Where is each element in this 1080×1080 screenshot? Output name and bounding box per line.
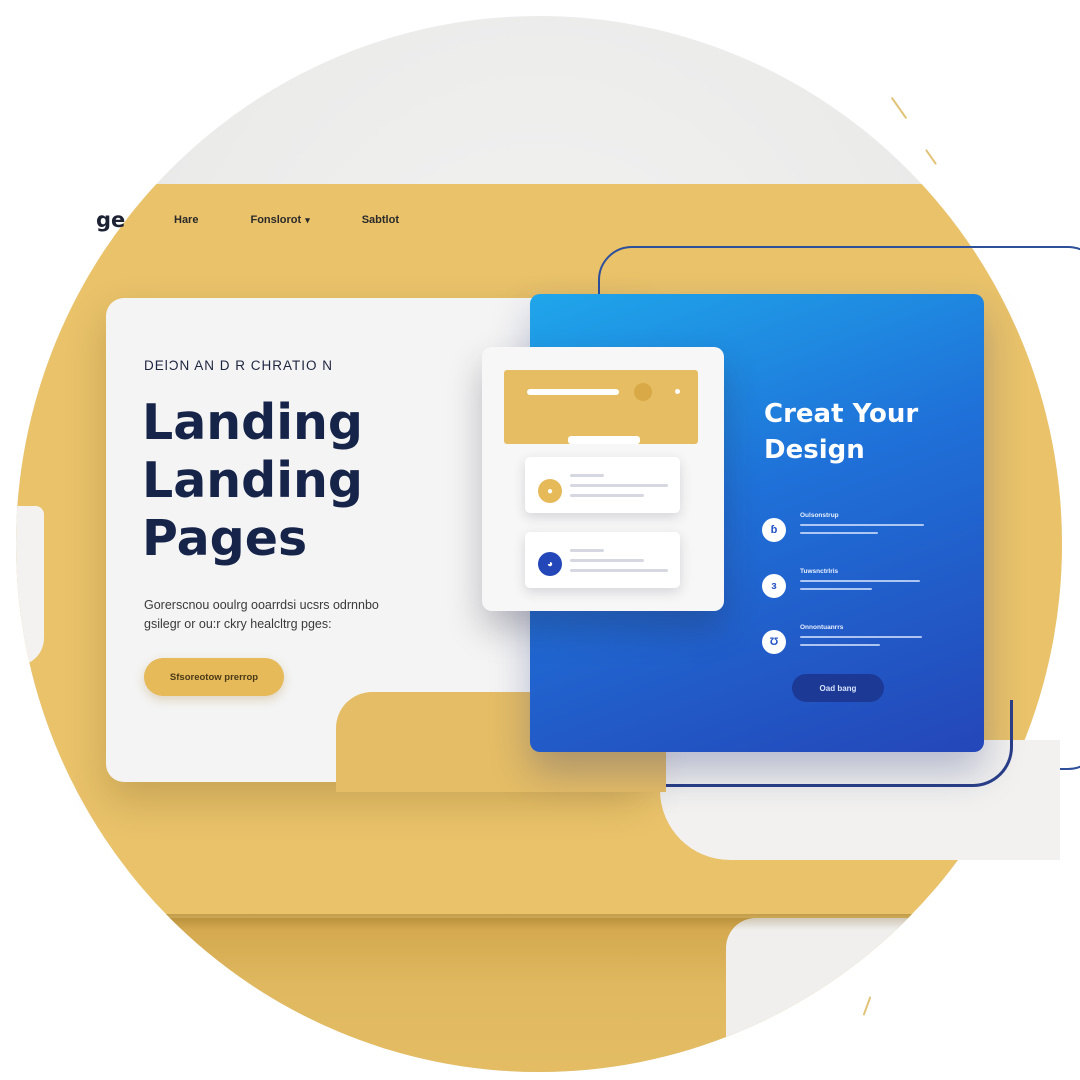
feature-one-icon: ɓ	[762, 518, 786, 542]
panel-title: Creat Your Design	[764, 396, 918, 468]
mockup-banner-dot	[634, 383, 652, 401]
hero-title-line-3: Pages	[142, 510, 308, 567]
feature-text-line	[800, 636, 922, 638]
panel-title-line-1: Creat Your	[764, 399, 919, 429]
mockup-item-line	[570, 494, 644, 497]
brand-logo[interactable]: ge	[96, 208, 174, 232]
feature-two-icon: ɜ	[762, 574, 786, 598]
hero-title-line-2: Landing	[142, 452, 364, 509]
mockup-item-line	[570, 559, 644, 562]
panel-button[interactable]: Oad bang	[792, 674, 884, 702]
feature-title: Oulsonstrup	[800, 512, 839, 519]
hero-cta-button[interactable]: Sfsoreotow prerrop	[144, 658, 284, 696]
feature-three-icon: Ʊ	[762, 630, 786, 654]
hero-title: Landing Landing Pages	[142, 394, 363, 568]
hero-eyebrow: DEƖƆN AN D R CHRATIO N	[144, 358, 334, 373]
hero-subtitle: Gorerscnou ooulrg ooarrdsi ucsrs odrnnbo…	[144, 596, 414, 634]
mockup-banner-bar	[527, 389, 619, 395]
feature-text-line	[800, 580, 920, 582]
hero-title-line-1: Landing	[142, 394, 364, 451]
mockup-item-line	[570, 569, 668, 572]
nav-link-contact[interactable]: Sabtlot	[362, 214, 399, 226]
nav-link-features[interactable]: Fonslorot ▾	[250, 214, 309, 226]
nav-link-features-label: Fonslorot	[250, 214, 302, 226]
sparkle-decoration	[925, 149, 937, 165]
mockup-item-line	[570, 484, 668, 487]
chevron-down-icon: ▾	[305, 215, 310, 225]
feature-title: Tuwsnctrlris	[800, 568, 839, 575]
sparkle-decoration	[890, 96, 908, 120]
feature-text-line	[800, 588, 872, 590]
mockup-item-line	[570, 549, 604, 552]
hero-subtitle-line-2: gsilegr or ou:r ckry healcltrg pges:	[144, 617, 332, 631]
mockup-item-icon: ●	[538, 479, 562, 503]
mockup-banner-small-dot	[675, 389, 680, 394]
left-white-shape	[16, 506, 44, 666]
feature-text-line	[800, 532, 878, 534]
mockup-item-icon: ◕	[538, 552, 562, 576]
panel-title-line-2: Design	[764, 435, 865, 465]
mockup-banner	[504, 370, 698, 444]
feature-text-line	[800, 644, 880, 646]
mockup-banner-bar-2	[568, 436, 640, 444]
mockup-item-line	[570, 474, 604, 477]
feature-text-line	[800, 524, 924, 526]
feature-title: Onnontuanrrs	[800, 624, 844, 631]
floor-white-shape	[726, 918, 1062, 1072]
hero-subtitle-line-1: Gorerscnou ooulrg ooarrdsi ucsrs odrnnbo	[144, 598, 379, 612]
floor-shadow	[16, 914, 1062, 930]
top-navigation: ge Hare Fonslorot ▾ Sabtlot	[96, 208, 451, 232]
nav-link-home[interactable]: Hare	[174, 214, 198, 226]
